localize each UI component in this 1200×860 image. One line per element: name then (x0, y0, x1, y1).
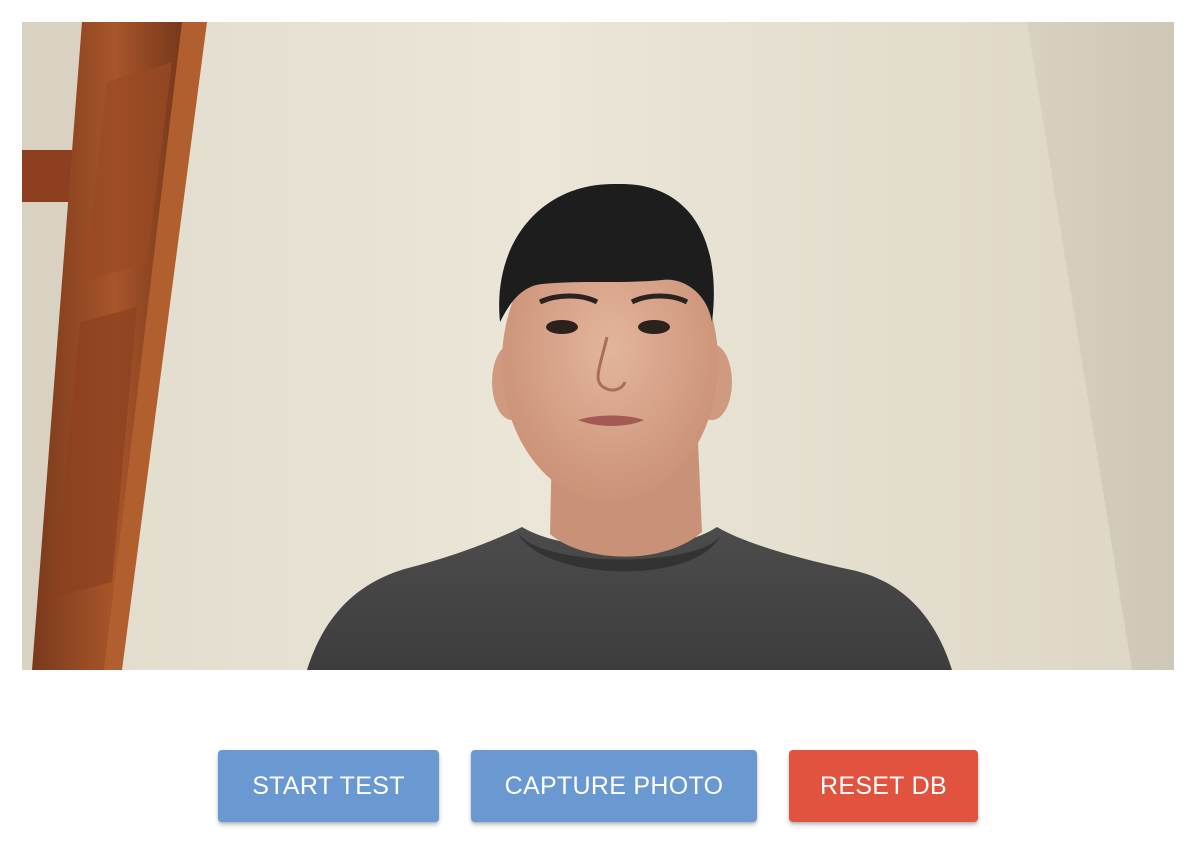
control-bar: START TEST CAPTURE PHOTO RESET DB (0, 750, 1200, 822)
capture-photo-button[interactable]: CAPTURE PHOTO (471, 750, 757, 822)
webcam-video-feed (22, 22, 1174, 670)
camera-test-page: START TEST CAPTURE PHOTO RESET DB (0, 0, 1200, 860)
start-test-button[interactable]: START TEST (218, 750, 439, 822)
webcam-frame (22, 22, 1174, 670)
reset-db-button[interactable]: RESET DB (789, 750, 978, 822)
